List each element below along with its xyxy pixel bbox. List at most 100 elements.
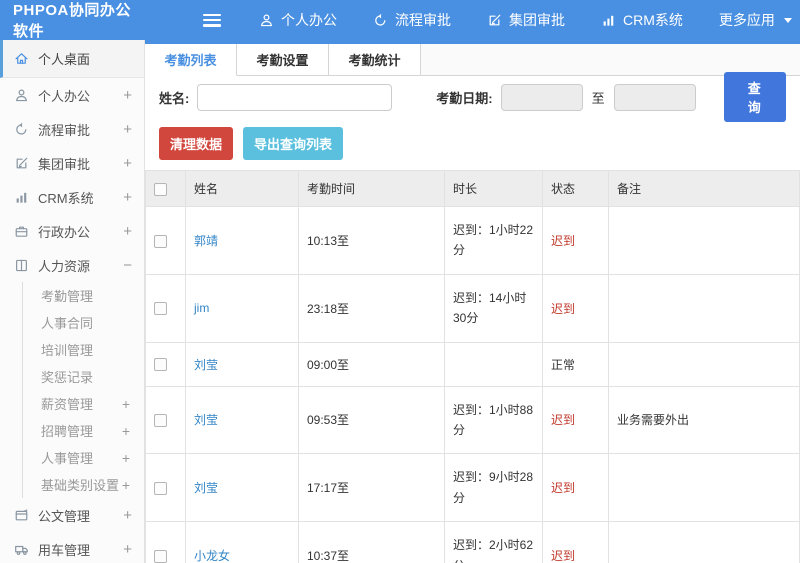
select-all-checkbox[interactable]	[154, 182, 167, 196]
expand-toggle[interactable]: +	[122, 423, 130, 439]
row-checkbox[interactable]	[154, 481, 167, 495]
top-nav-label: 流程审批	[395, 12, 451, 28]
truck-icon	[14, 542, 29, 557]
table-row: 郭靖 10:13至 迟到：1小时22分 迟到	[145, 206, 800, 275]
employee-name-link[interactable]: 刘莹	[185, 453, 299, 523]
row-checkbox[interactable]	[154, 358, 167, 372]
edit-icon	[487, 13, 502, 28]
employee-name-link[interactable]: 刘莹	[185, 341, 299, 387]
sidebar-item-8[interactable]: 用车管理 +	[0, 532, 144, 563]
to-label: 至	[591, 90, 605, 106]
sidebar-subitem-6-6[interactable]: 人事管理 +	[23, 444, 144, 471]
sidebar-item-6[interactable]: 人力资源 −	[0, 248, 144, 282]
top-nav-item-3[interactable]: CRM系统	[601, 10, 683, 30]
top-nav-item-4[interactable]: 更多应用	[719, 10, 792, 30]
sidebar-subitem-6-1[interactable]: 人事合同	[23, 309, 144, 336]
filter-bar: 姓名: 考勤日期: 至 查 询	[145, 72, 800, 122]
top-nav: 个人办公 流程审批 集团审批 CRM系统 更多应用	[259, 10, 792, 30]
sidebar-item-label: 人力资源	[38, 258, 91, 274]
expand-toggle[interactable]: +	[123, 87, 132, 104]
sidebar-subitem-6-2[interactable]: 培训管理	[23, 336, 144, 363]
duration-cell: 迟到：1小时22分	[444, 206, 543, 275]
sidebar-subitem-label: 基础类别设置	[41, 478, 120, 493]
sidebar-subitem-6-7[interactable]: 基础类别设置 +	[23, 471, 144, 498]
sidebar-item-3[interactable]: 集团审批 +	[0, 146, 144, 180]
sidebar-item-7[interactable]: 公文管理 +	[0, 498, 144, 532]
sidebar-item-label: CRM系统	[38, 190, 94, 206]
employee-name-link[interactable]: 小龙女	[185, 521, 299, 563]
expand-toggle[interactable]: +	[122, 396, 130, 412]
column-header-4: 状态	[542, 170, 609, 207]
sidebar-item-1[interactable]: 个人办公 +	[0, 78, 144, 112]
sidebar-item-label: 行政办公	[38, 224, 91, 240]
remark-cell	[608, 341, 800, 387]
remark-cell	[608, 521, 800, 563]
tab-1[interactable]: 考勤设置	[237, 44, 329, 75]
expand-toggle[interactable]: +	[123, 507, 132, 524]
sidebar-subitem-6-4[interactable]: 薪资管理 +	[23, 390, 144, 417]
expand-toggle[interactable]: +	[123, 155, 132, 172]
sidebar-subitem-label: 薪资管理	[41, 397, 94, 412]
menu-toggle-icon[interactable]	[203, 13, 221, 27]
table-header-row: 姓名 考勤时间 时长 状态 备注	[145, 170, 800, 207]
sidebar-subitem-6-0[interactable]: 考勤管理	[23, 282, 144, 309]
attendance-time-cell: 10:13至	[298, 206, 445, 275]
row-checkbox[interactable]	[154, 414, 167, 428]
caret-down-icon	[783, 17, 792, 23]
attendance-time-cell: 09:00至	[298, 341, 445, 387]
app-window: PHPOA协同办公软件 个人办公 流程审批 集团审批 CRM系统 更多应用 个人桌面 个人…	[0, 0, 800, 563]
remark-cell	[608, 206, 800, 275]
doc-icon	[14, 508, 29, 523]
duration-cell: 迟到：14小时30分	[444, 273, 543, 343]
expand-toggle[interactable]: +	[123, 541, 132, 558]
employee-name-link[interactable]: jim	[185, 273, 299, 343]
expand-toggle[interactable]: +	[123, 223, 132, 240]
clear-data-button[interactable]: 清理数据	[159, 127, 234, 160]
top-bar: PHPOA协同办公软件 个人办公 流程审批 集团审批 CRM系统 更多应用	[0, 0, 800, 40]
employee-name-link[interactable]: 刘莹	[185, 385, 299, 455]
row-checkbox[interactable]	[154, 549, 167, 563]
table-row: jim 23:18至 迟到：14小时30分 迟到	[145, 273, 800, 343]
sidebar-item-label: 个人办公	[38, 88, 91, 104]
employee-name-link[interactable]: 郭靖	[185, 206, 299, 275]
expand-toggle[interactable]: +	[122, 477, 130, 493]
remark-cell	[608, 453, 800, 523]
sidebar-subitem-label: 奖惩记录	[41, 370, 94, 385]
expand-toggle[interactable]: +	[123, 189, 132, 206]
sidebar-item-2[interactable]: 流程审批 +	[0, 112, 144, 146]
name-input[interactable]	[197, 83, 393, 111]
export-list-button[interactable]: 导出查询列表	[243, 127, 344, 160]
expand-toggle[interactable]: +	[123, 121, 132, 138]
tab-2[interactable]: 考勤统计	[329, 44, 421, 75]
attendance-table: 姓名 考勤时间 时长 状态 备注 郭靖 10:13至 迟到：1小时22分 迟到 jim 23:18…	[145, 170, 800, 563]
sidebar-item-4[interactable]: CRM系统 +	[0, 180, 144, 214]
duration-cell: 迟到：1小时88分	[444, 385, 543, 455]
column-header-0	[145, 170, 186, 207]
tab-label: 考勤统计	[348, 53, 401, 68]
sidebar-subitem-6-5[interactable]: 招聘管理 +	[23, 417, 144, 444]
attendance-table-wrap: 姓名 考勤时间 时长 状态 备注 郭靖 10:13至 迟到：1小时22分 迟到 jim 23:18…	[145, 170, 800, 563]
top-nav-item-1[interactable]: 流程审批	[373, 10, 451, 30]
expand-toggle[interactable]: −	[123, 257, 132, 274]
expand-toggle[interactable]: +	[122, 450, 130, 466]
top-nav-item-0[interactable]: 个人办公	[259, 10, 337, 30]
table-body: 郭靖 10:13至 迟到：1小时22分 迟到 jim 23:18至 迟到：14小时30分 迟到…	[145, 206, 800, 563]
date-to-input[interactable]	[613, 83, 696, 111]
row-checkbox[interactable]	[154, 234, 167, 248]
sidebar-subitem-label: 培训管理	[41, 343, 94, 358]
table-row: 刘莹 09:53至 迟到：1小时88分 迟到 业务需要外出	[145, 385, 800, 455]
tab-0[interactable]: 考勤列表	[145, 44, 237, 76]
sidebar: 个人桌面 个人办公 + 流程审批 + 集团审批 + CRM系统 + 行政办公 + 人力资源 − 考勤管理人…	[0, 40, 145, 563]
attendance-time-cell: 17:17至	[298, 453, 445, 523]
date-from-input[interactable]	[500, 83, 583, 111]
query-button[interactable]: 查 询	[723, 72, 786, 122]
sidebar-item-0[interactable]: 个人桌面	[0, 40, 144, 78]
remark-cell: 业务需要外出	[608, 385, 800, 455]
date-label: 考勤日期:	[436, 90, 493, 106]
top-nav-item-2[interactable]: 集团审批	[487, 10, 565, 30]
sidebar-subitem-6-3[interactable]: 奖惩记录	[23, 363, 144, 390]
status-badge: 迟到	[542, 273, 609, 343]
sidebar-item-5[interactable]: 行政办公 +	[0, 214, 144, 248]
user-icon	[259, 13, 274, 28]
row-checkbox[interactable]	[154, 302, 167, 316]
